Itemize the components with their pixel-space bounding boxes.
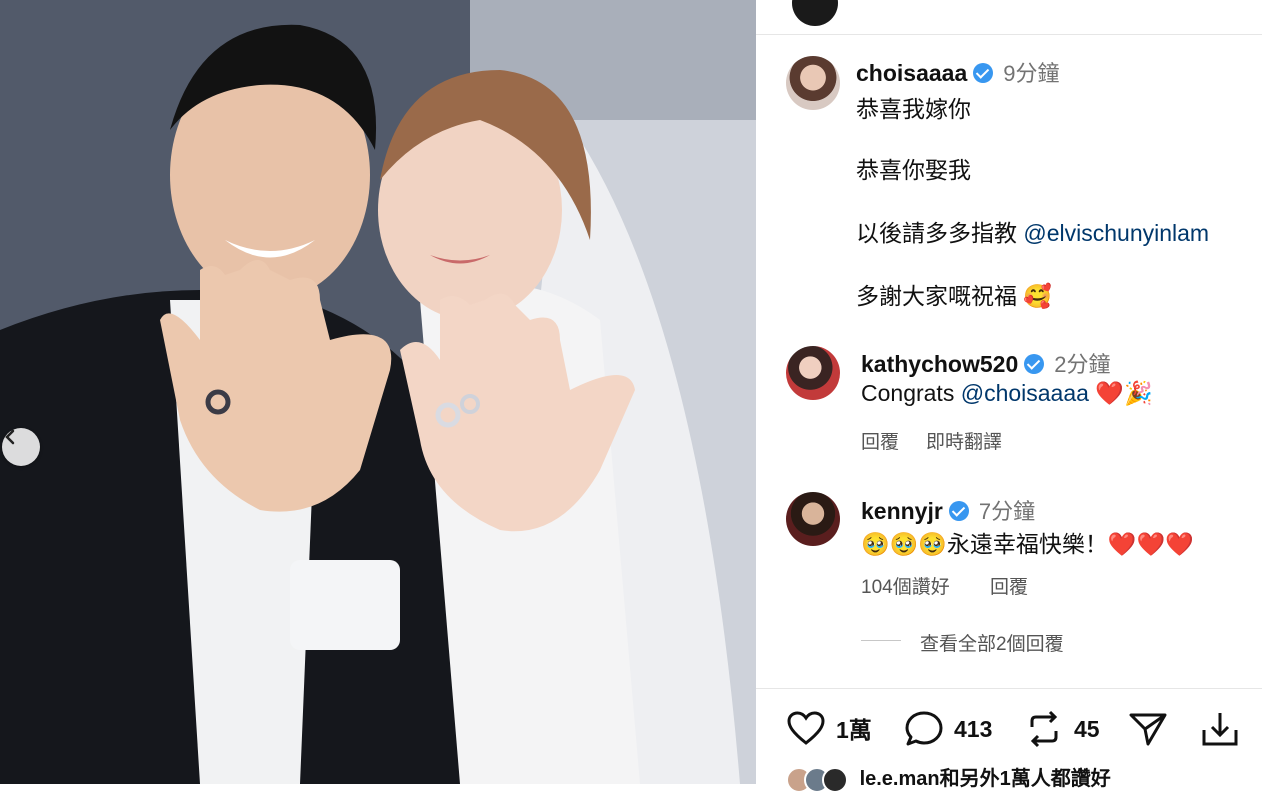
reposts-count: 45 [1074, 715, 1100, 742]
post-photo [0, 0, 756, 784]
author-username[interactable]: choisaaaa [856, 60, 967, 86]
comment-2-likes[interactable]: 104個讚好 [861, 572, 950, 599]
repost-icon [1030, 710, 1058, 748]
liker-avatar [822, 766, 848, 793]
previous-photo-button[interactable] [2, 428, 40, 466]
view-all-replies-button[interactable]: 查看全部2個回覆 [920, 629, 1064, 656]
verified-badge-icon [1024, 354, 1045, 374]
comment-bubble-icon [905, 711, 943, 746]
caption-line-4: 多謝大家嘅祝福 🥰 [856, 277, 1052, 311]
comment-1-mention-link[interactable]: @choisaaaa [961, 380, 1089, 406]
comments-panel: choisaaaa 9分鐘 恭喜我嫁你 恭喜你娶我 以後請多多指教 @elvisc… [756, 0, 1262, 793]
likes-count: 1萬 [836, 717, 872, 743]
repost-button[interactable]: 45 [1024, 710, 1100, 748]
comment-1-body: Congrats [861, 380, 955, 406]
comment-1-time: 2分鐘 [1054, 352, 1111, 377]
like-button[interactable]: 1萬 [786, 710, 872, 746]
comment-2-time: 7分鐘 [978, 499, 1036, 524]
post-header [756, 0, 1262, 35]
caption-line-3-text: 以後請多多指教 [856, 220, 1017, 246]
smiling-hearts-emoji-icon: 🥰 [1023, 283, 1053, 309]
comment-1-header: kathychow520 2分鐘 [861, 347, 1111, 379]
comment-2-body: 永遠幸福快樂！ [946, 531, 1108, 557]
save-button[interactable] [1200, 710, 1240, 748]
liked-by-text: le.e.man和另外1萬人都讚好 [859, 768, 1111, 790]
chevron-left-icon [5, 429, 15, 445]
verified-badge-icon [948, 501, 969, 521]
download-save-icon [1202, 713, 1238, 746]
heart-party-emoji-icon: ❤️🎉 [1095, 380, 1153, 406]
send-paper-plane-icon [1129, 713, 1167, 746]
comment-avatar-kennyjr[interactable] [786, 492, 840, 546]
share-button[interactable] [1128, 710, 1168, 748]
caption-mention-link[interactable]: @elvischunyinlam [1023, 220, 1209, 246]
caption-line-1: 恭喜我嫁你 [856, 96, 971, 122]
caption-line-3: 以後請多多指教 @elvischunyinlam [856, 214, 1209, 248]
action-bar: 1萬 413 45 [756, 700, 1262, 760]
comment-button[interactable]: 413 [904, 710, 992, 748]
post-time[interactable]: 9分鐘 [1003, 61, 1059, 86]
comment-2-text: 🥹🥹🥹永遠幸福快樂！❤️❤️❤️ [861, 525, 1194, 559]
author-avatar[interactable] [786, 56, 840, 110]
comment-2-username[interactable]: kennyjr [861, 498, 943, 524]
comment-1-reply-button[interactable]: 回覆 [861, 427, 899, 454]
caption-header: choisaaaa 9分鐘 [856, 56, 1060, 88]
replies-divider [861, 640, 901, 641]
comment-avatar-kathychow520[interactable] [786, 346, 840, 400]
heart-icon [787, 711, 825, 745]
red-heart-emoji-icon: ❤️❤️❤️ [1107, 531, 1194, 557]
caption-line-2: 恭喜你娶我 [856, 157, 971, 183]
liked-by-summary[interactable]: le.e.man和另外1萬人都讚好 [786, 762, 1111, 793]
comments-count: 413 [954, 715, 993, 742]
header-avatar[interactable] [792, 0, 838, 26]
wedding-photo-illustration [0, 0, 756, 784]
comment-1-username[interactable]: kathychow520 [861, 351, 1018, 377]
comment-1-translate-button[interactable]: 即時翻譯 [926, 427, 1002, 454]
verified-badge-icon [973, 63, 994, 83]
actions-divider [756, 688, 1262, 689]
caption-line-4-text: 多謝大家嘅祝福 [856, 283, 1017, 309]
teary-face-emoji-icon: 🥹🥹🥹 [861, 531, 947, 557]
comment-2-reply-button[interactable]: 回覆 [990, 572, 1028, 599]
comment-1-text: Congrats @choisaaaa ❤️🎉 [861, 380, 1153, 407]
comment-2-header: kennyjr 7分鐘 [861, 494, 1035, 526]
